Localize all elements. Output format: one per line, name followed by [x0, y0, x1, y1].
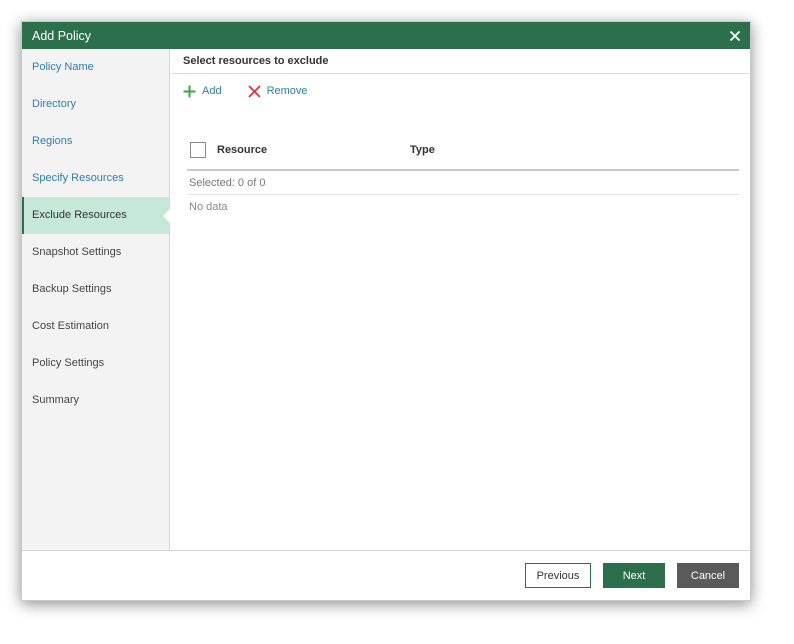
step-content: Select resources to exclude Add Remove R…: [171, 49, 751, 552]
previous-button[interactable]: Previous: [525, 563, 591, 588]
remove-button[interactable]: Remove: [247, 84, 308, 98]
step-policy-name[interactable]: Policy Name: [22, 49, 169, 86]
column-header-resource[interactable]: Resource: [217, 144, 410, 156]
section-header: Select resources to exclude: [171, 49, 751, 74]
remove-button-label: Remove: [266, 85, 308, 97]
close-icon[interactable]: [729, 30, 741, 42]
cancel-button[interactable]: Cancel: [677, 563, 739, 588]
plus-icon: [183, 85, 196, 97]
resources-table: Resource Type Selected: 0 of 0 No data: [187, 131, 739, 219]
selection-count: Selected: 0 of 0: [187, 171, 739, 195]
step-policy-settings[interactable]: Policy Settings: [22, 345, 169, 382]
x-icon: [247, 84, 261, 98]
step-snapshot-settings[interactable]: Snapshot Settings: [22, 234, 169, 271]
step-backup-settings[interactable]: Backup Settings: [22, 271, 169, 308]
column-header-type[interactable]: Type: [410, 144, 435, 156]
add-policy-dialog: Add Policy Policy Name Directory Regions…: [21, 21, 751, 601]
dialog-footer: Previous Next Cancel: [22, 550, 750, 600]
dialog-title: Add Policy: [32, 28, 92, 43]
step-cost-estimation[interactable]: Cost Estimation: [22, 308, 169, 345]
step-exclude-resources[interactable]: Exclude Resources: [22, 197, 170, 234]
dialog-titlebar: Add Policy: [22, 22, 750, 49]
step-regions[interactable]: Regions: [22, 123, 169, 160]
wizard-steps-sidebar: Policy Name Directory Regions Specify Re…: [22, 49, 170, 552]
select-all-checkbox[interactable]: [190, 142, 206, 158]
table-header: Resource Type: [187, 131, 739, 171]
step-specify-resources[interactable]: Specify Resources: [22, 160, 169, 197]
resource-toolbar: Add Remove: [171, 74, 751, 108]
next-button[interactable]: Next: [603, 563, 665, 588]
empty-table-message: No data: [189, 201, 228, 213]
step-directory[interactable]: Directory: [22, 86, 169, 123]
add-button-label: Add: [202, 85, 222, 97]
step-summary[interactable]: Summary: [22, 382, 169, 419]
add-button[interactable]: Add: [183, 85, 222, 98]
